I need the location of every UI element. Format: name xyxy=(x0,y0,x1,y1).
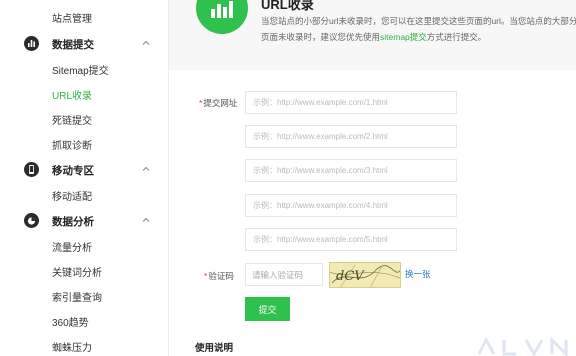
main-content: URL收录 当您站点的小部分url未收录时，您可以在这里提交这些页面的url。当… xyxy=(169,0,576,356)
captcha-label: *验证码 xyxy=(204,270,234,282)
url-input-1[interactable] xyxy=(245,91,457,114)
captcha-input[interactable] xyxy=(245,263,323,286)
url-input-5[interactable] xyxy=(245,228,457,251)
captcha-label-text: 验证码 xyxy=(208,271,234,281)
sidebar-section-label: 数据分析 xyxy=(52,216,94,228)
sidebar-item-spider-pressure[interactable]: 蜘蛛压力 xyxy=(52,339,92,354)
page-header: URL收录 当您站点的小部分url未收录时，您可以在这里提交这些页面的url。当… xyxy=(169,0,576,70)
sitemap-link[interactable]: sitemap提交 xyxy=(380,32,427,42)
chevron-up-icon xyxy=(142,40,150,45)
url-label-text: 提交网址 xyxy=(203,98,238,108)
captcha-image[interactable]: dCV xyxy=(329,262,401,288)
sidebar-item-mobile-adapt[interactable]: 移动适配 xyxy=(52,188,92,203)
pie-chart-icon xyxy=(24,213,39,228)
sidebar-item-keyword-analysis[interactable]: 关键词分析 xyxy=(52,264,102,279)
bar-chart-icon xyxy=(24,36,39,51)
sidebar: 站点管理 数据提交 Sitemap提交 URL收录 死链提交 抓取诊断 移动专区… xyxy=(0,0,169,356)
chevron-up-icon xyxy=(142,217,150,222)
url-input-4[interactable] xyxy=(245,194,457,217)
sidebar-item-deadlink[interactable]: 死链提交 xyxy=(52,112,92,127)
chevron-up-icon xyxy=(142,166,150,171)
bar-chart-icon xyxy=(196,0,248,34)
url-input-3[interactable] xyxy=(245,159,457,182)
url-label: *提交网址 xyxy=(199,97,237,109)
usage-title: 使用说明 xyxy=(195,343,234,354)
description-text-end: 方式进行提交。 xyxy=(426,32,487,42)
sidebar-item-sitemap[interactable]: Sitemap提交 xyxy=(52,62,109,77)
sidebar-section-data-submit[interactable]: 数据提交 xyxy=(0,34,168,56)
sidebar-item-index-query[interactable]: 索引量查询 xyxy=(52,289,102,304)
sidebar-item-url-submit[interactable]: URL收录 xyxy=(52,87,92,102)
sidebar-item-site-management[interactable]: 站点管理 xyxy=(52,10,92,25)
sidebar-section-data-analysis[interactable]: 数据分析 xyxy=(0,211,168,233)
sidebar-section-label: 移动专区 xyxy=(52,165,94,177)
mobile-icon xyxy=(24,162,39,177)
sidebar-section-label: 数据提交 xyxy=(52,39,94,51)
required-mark: * xyxy=(199,98,203,108)
page-description: 当您站点的小部分url未收录时，您可以在这里提交这些页面的url。当您站点的大部… xyxy=(261,13,576,45)
url-input-2[interactable] xyxy=(245,125,457,148)
sidebar-item-traffic-analysis[interactable]: 流量分析 xyxy=(52,239,92,254)
required-mark: * xyxy=(204,271,208,281)
page-title: URL收录 xyxy=(261,0,314,12)
refresh-captcha-link[interactable]: 换一张 xyxy=(405,268,431,280)
captcha-text: dCV xyxy=(336,269,365,284)
submit-button[interactable]: 提交 xyxy=(245,297,290,321)
sidebar-section-mobile[interactable]: 移动专区 xyxy=(0,160,168,182)
sidebar-item-crawl-diagnosis[interactable]: 抓取诊断 xyxy=(52,137,92,152)
watermark-logo xyxy=(474,336,576,356)
sidebar-item-360-trend[interactable]: 360趋势 xyxy=(52,314,89,329)
